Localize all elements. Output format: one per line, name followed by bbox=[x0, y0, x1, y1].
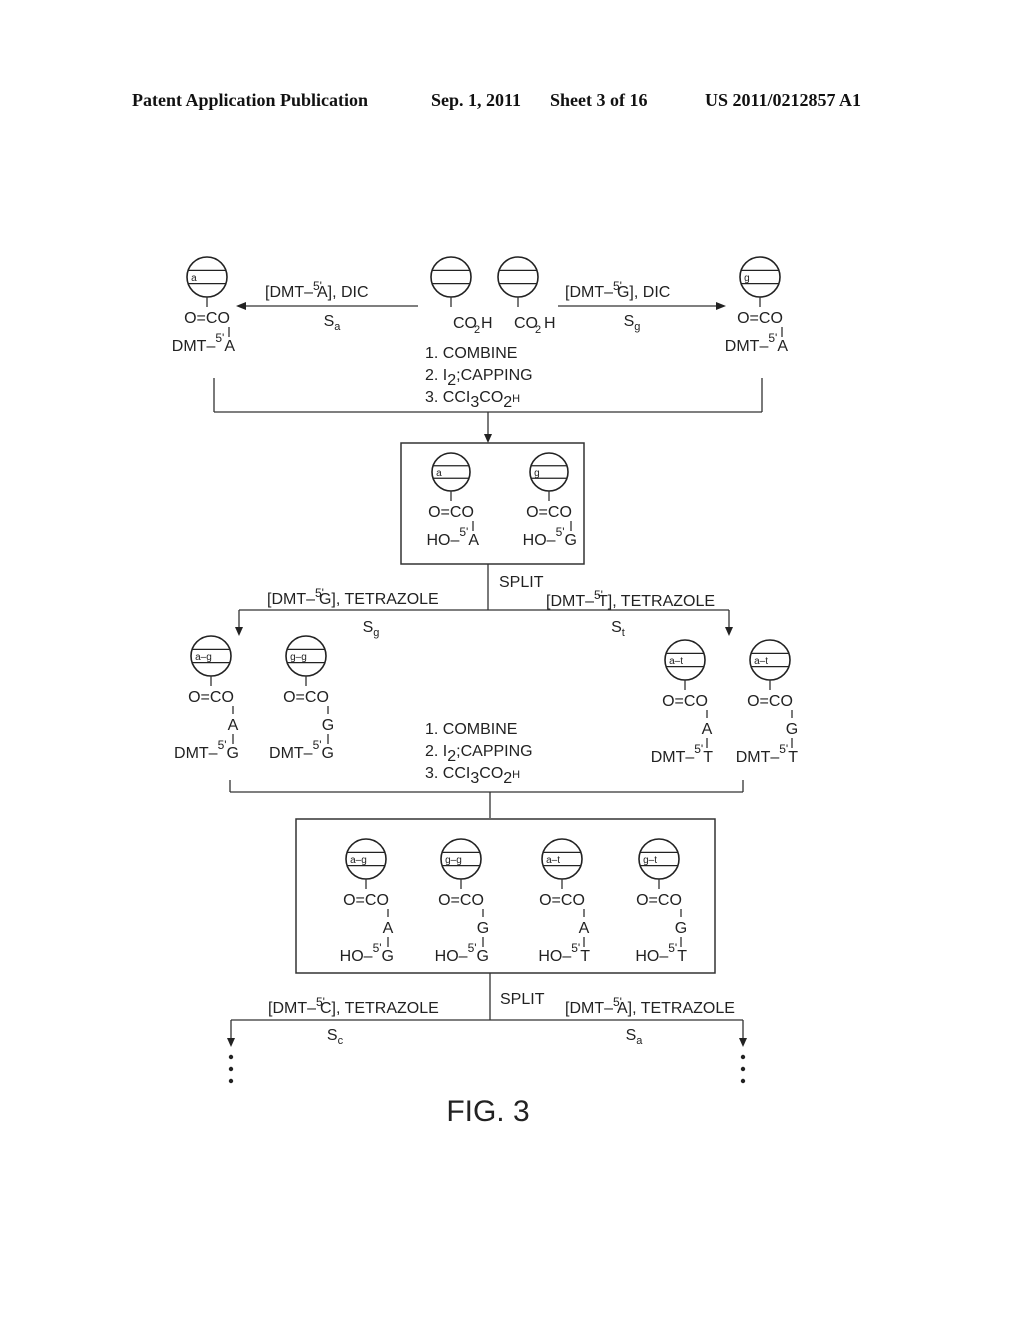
reagent-label: [DMT–5'G], TETRAZOLE bbox=[267, 586, 439, 608]
carboxyl-subscript: 2 bbox=[474, 324, 480, 336]
continuation-dot bbox=[740, 1054, 746, 1060]
carboxyl-subscript: 2 bbox=[535, 324, 541, 336]
base-label: A bbox=[228, 717, 239, 734]
resin-bead-icon: a bbox=[431, 452, 471, 501]
arrow-head-down bbox=[227, 1038, 235, 1047]
resin-bead-icon: a–t bbox=[541, 838, 583, 889]
linker-label: O=CO bbox=[184, 310, 230, 327]
terminal-label: HO–5'T bbox=[538, 941, 590, 965]
step-2: 2. I2;CAPPING bbox=[425, 743, 533, 765]
terminal-label: DMT–5'A bbox=[725, 331, 789, 355]
resin-bead-icon: a–t bbox=[664, 639, 706, 690]
terminal-label: DMT–5'G bbox=[269, 738, 334, 762]
arrow-head-right bbox=[716, 302, 726, 310]
resin-bead-icon: a–g bbox=[345, 838, 387, 889]
resin-bead-icon: g bbox=[739, 256, 781, 307]
figure-caption: FIG. 3 bbox=[446, 1095, 529, 1128]
arrow-head-down bbox=[484, 434, 492, 443]
bead-tag-label: g bbox=[534, 468, 540, 479]
resin-bead-icon: a bbox=[186, 256, 228, 307]
linker-label: O=CO bbox=[747, 693, 793, 710]
subset-label: Sa bbox=[324, 313, 342, 333]
continuation-dot bbox=[740, 1066, 746, 1072]
step-3: 3. CCI3CO2H bbox=[425, 389, 520, 411]
base-label: G bbox=[675, 920, 687, 937]
terminal-label: DMT–5'T bbox=[736, 742, 799, 766]
linker-label: O=CO bbox=[737, 310, 783, 327]
continuation-dot bbox=[228, 1066, 234, 1072]
base-label: A bbox=[579, 920, 590, 937]
bead-tag-label: a–g bbox=[195, 652, 212, 663]
bead-tag-label: g–g bbox=[445, 855, 462, 866]
bead-tag-label: a bbox=[191, 273, 197, 284]
arrow-head-down bbox=[235, 627, 243, 636]
arrow-head-down bbox=[739, 1038, 747, 1047]
reagent-label: [DMT–5'A], DIC bbox=[265, 279, 369, 301]
step-2: 2. I2;CAPPING bbox=[425, 367, 533, 389]
subset-label: Sc bbox=[327, 1027, 344, 1047]
terminal-label: DMT–5'A bbox=[172, 331, 236, 355]
linker-label: O=CO bbox=[188, 689, 234, 706]
continuation-dot bbox=[228, 1054, 234, 1060]
terminal-label: HO–5'A bbox=[426, 525, 479, 549]
bead-tag-label: a–t bbox=[669, 656, 683, 667]
split-label: SPLIT bbox=[499, 574, 544, 591]
terminal-label: HO–5'G bbox=[340, 941, 394, 965]
base-label: G bbox=[322, 717, 334, 734]
terminal-label: HO–5'G bbox=[523, 525, 577, 549]
reagent-label: [DMT–5'T], TETRAZOLE bbox=[546, 588, 715, 610]
split-label: SPLIT bbox=[500, 991, 545, 1008]
resin-bead-icon: g–g bbox=[285, 635, 327, 686]
bead-circle bbox=[430, 256, 472, 298]
carboxyl-h: H bbox=[481, 315, 493, 332]
bead-tag-label: a bbox=[436, 468, 442, 479]
arrow-head-left bbox=[236, 302, 246, 310]
resin-bead-icon: g–t bbox=[638, 838, 680, 889]
linker-label: O=CO bbox=[428, 504, 474, 521]
resin-bead-icon: a–t bbox=[749, 639, 791, 690]
terminal-label: HO–5'G bbox=[435, 941, 489, 965]
base-label: A bbox=[702, 721, 713, 738]
subset-label: Sg bbox=[624, 313, 641, 333]
base-label: G bbox=[477, 920, 489, 937]
linker-label: O=CO bbox=[343, 892, 389, 909]
start-bead-icon bbox=[497, 256, 539, 307]
start-bead-icon bbox=[430, 256, 472, 307]
step-1: 1. COMBINE bbox=[425, 721, 517, 738]
linker-label: O=CO bbox=[636, 892, 682, 909]
resin-bead-icon: g bbox=[529, 452, 569, 501]
bead-tag-label: a–t bbox=[754, 656, 768, 667]
base-label: G bbox=[786, 721, 798, 738]
terminal-label: HO–5'T bbox=[635, 941, 687, 965]
continuation-dot bbox=[740, 1078, 746, 1084]
continuation-dot bbox=[228, 1078, 234, 1084]
bead-tag-label: g–t bbox=[643, 855, 657, 866]
reagent-label: [DMT–5'C], TETRAZOLE bbox=[268, 995, 439, 1017]
reagent-label: [DMT–5'G], DIC bbox=[565, 279, 670, 301]
bead-tag-label: a–g bbox=[350, 855, 367, 866]
bead-circle bbox=[497, 256, 539, 298]
linker-label: O=CO bbox=[539, 892, 585, 909]
bead-tag-label: g bbox=[744, 273, 750, 284]
subset-label: Sa bbox=[626, 1027, 644, 1047]
reagent-label: [DMT–5'A], TETRAZOLE bbox=[565, 995, 735, 1017]
resin-bead-icon: a–g bbox=[190, 635, 232, 686]
bead-tag-label: g–g bbox=[290, 652, 307, 663]
linker-label: O=CO bbox=[283, 689, 329, 706]
carboxyl-h: H bbox=[544, 315, 556, 332]
terminal-label: DMT–5'G bbox=[174, 738, 239, 762]
subset-label: St bbox=[611, 619, 625, 639]
linker-label: O=CO bbox=[438, 892, 484, 909]
step-3: 3. CCI3CO2H bbox=[425, 765, 520, 787]
bead-tag-label: a–t bbox=[546, 855, 560, 866]
arrow-head-down bbox=[725, 627, 733, 636]
linker-label: O=CO bbox=[526, 504, 572, 521]
base-label: A bbox=[383, 920, 394, 937]
subset-label: Sg bbox=[363, 619, 380, 639]
resin-bead-icon: g–g bbox=[440, 838, 482, 889]
step-1: 1. COMBINE bbox=[425, 345, 517, 362]
synthesis-diagram: CO2 H CO2 H[DMT–5'A], DICSa[DMT–5'G], DICSg… bbox=[172, 256, 799, 1128]
linker-label: O=CO bbox=[662, 693, 708, 710]
terminal-label: DMT–5'T bbox=[651, 742, 714, 766]
